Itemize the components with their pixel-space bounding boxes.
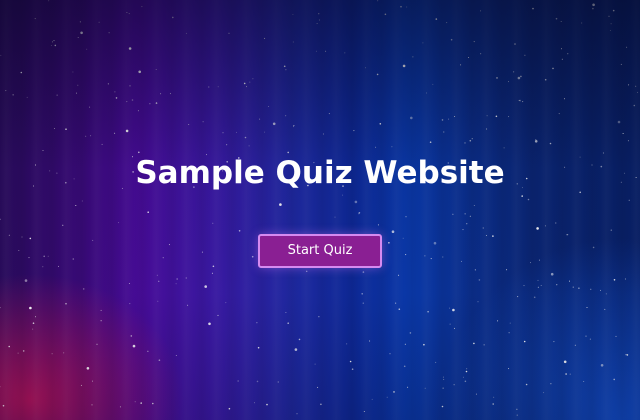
page-title: Sample Quiz Website: [135, 155, 505, 191]
hero-section: Sample Quiz Website Start Quiz: [0, 0, 640, 420]
start-quiz-button[interactable]: Start Quiz: [258, 234, 382, 268]
quiz-landing-page: Sample Quiz Website Start Quiz: [0, 0, 640, 420]
